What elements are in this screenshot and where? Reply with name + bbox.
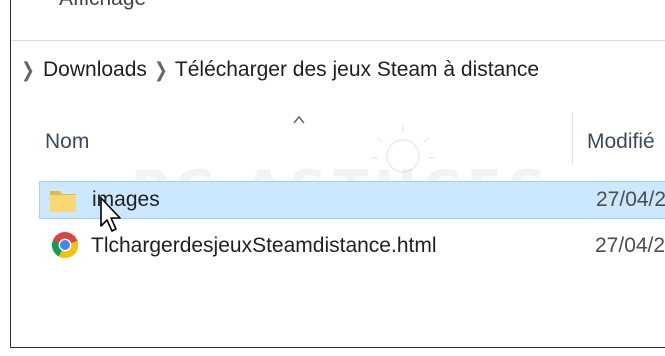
breadcrumb-downloads[interactable]: Downloads [43, 58, 147, 82]
file-modified-date: 27/04/2 [596, 188, 665, 211]
column-divider[interactable] [572, 112, 573, 164]
file-row-images[interactable]: images 27/04/2 [39, 181, 665, 219]
chevron-right-icon[interactable]: ❯ [13, 58, 43, 83]
chrome-icon [52, 232, 78, 259]
breadcrumb-current-folder[interactable]: Télécharger des jeux Steam à distance [175, 58, 539, 82]
sort-ascending-icon [293, 115, 305, 124]
column-header-row: Nom Modifié [11, 112, 665, 172]
file-row-html[interactable]: TlchargerdesjeuxSteamdistance.html 27/04… [39, 227, 665, 265]
ribbon-tab-affichage[interactable]: Affichage [59, 0, 146, 11]
mouse-pointer-icon [100, 197, 121, 232]
file-modified-date: 27/04/2 [595, 234, 665, 257]
ribbon: Affichage [11, 0, 665, 41]
column-header-name[interactable]: Nom [45, 130, 89, 154]
folder-icon [50, 191, 76, 212]
explorer-window: Affichage ❯ Downloads ❯ Télécharger des … [10, 0, 665, 348]
column-header-modified[interactable]: Modifié [587, 130, 655, 154]
chevron-right-icon[interactable]: ❯ [147, 58, 175, 83]
file-name: TlchargerdesjeuxSteamdistance.html [91, 234, 437, 257]
address-bar[interactable]: ❯ Downloads ❯ Télécharger des jeux Steam… [11, 46, 665, 94]
